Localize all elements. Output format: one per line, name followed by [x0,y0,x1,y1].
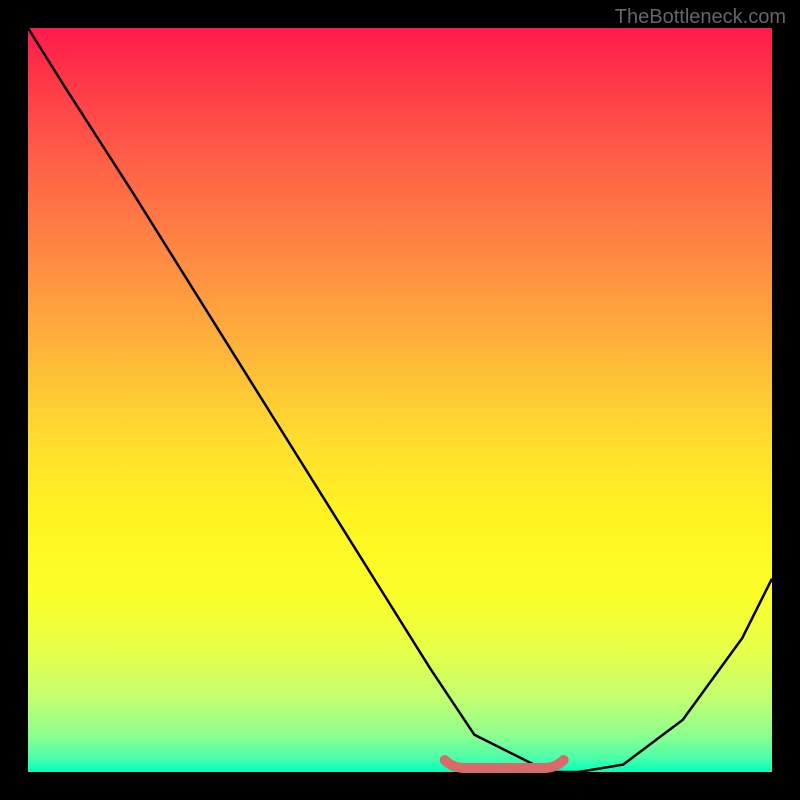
chart-plot-area [28,28,772,772]
chart-svg [28,28,772,772]
main-curve-path [28,28,772,772]
watermark-text: TheBottleneck.com [615,6,786,29]
flat-region-highlight [445,760,564,768]
